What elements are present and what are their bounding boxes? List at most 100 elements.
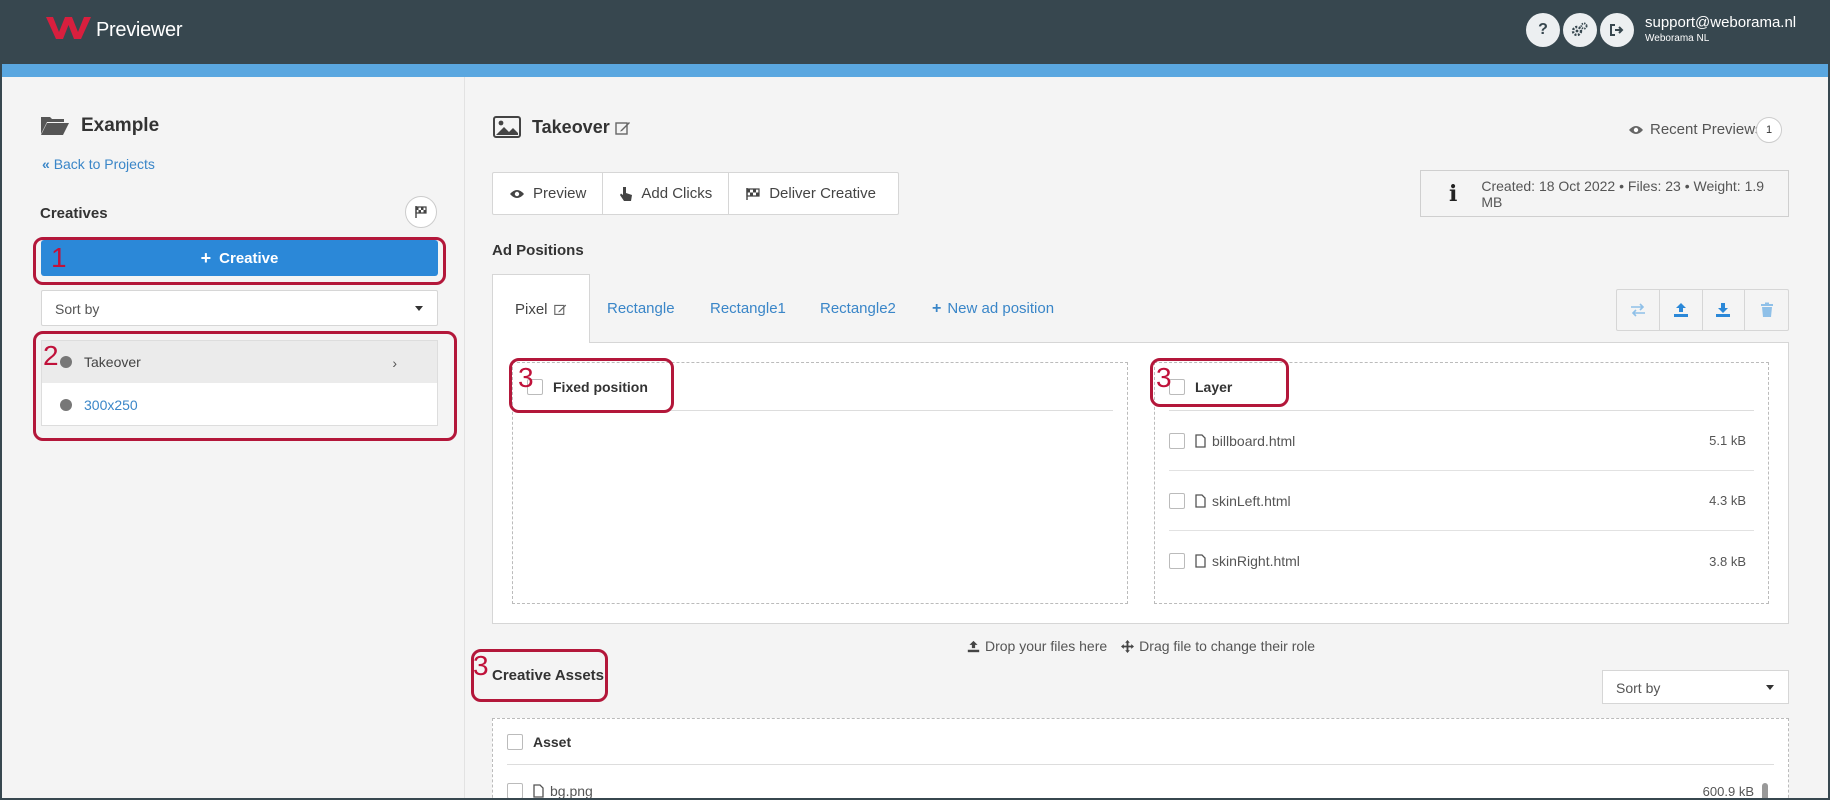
double-chevron-left-icon: « <box>42 156 50 172</box>
hand-pointer-icon <box>620 186 633 201</box>
file-size: 5.1 kB <box>1709 433 1746 448</box>
caret-down-icon <box>1766 685 1774 690</box>
download-icon <box>1716 303 1731 317</box>
file-name: skinRight.html <box>1212 553 1300 569</box>
drop-hint: Drop your files here Drag file to change… <box>967 638 1315 654</box>
ad-position-actions <box>1616 289 1789 331</box>
drop-files-hint: Drop your files here <box>967 638 1107 654</box>
user-email[interactable]: support@weborama.nl <box>1645 14 1796 31</box>
file-name: skinLeft.html <box>1212 492 1291 509</box>
asset-row[interactable]: bg.png 600.9 kB <box>507 781 1774 800</box>
folder-open-icon <box>41 117 69 135</box>
creative-title: Takeover <box>532 117 610 137</box>
creative-info-text: Created: 18 Oct 2022 • Files: 23 • Weigh… <box>1481 177 1765 210</box>
file-icon <box>1195 493 1206 508</box>
file-icon <box>1195 433 1206 448</box>
drop-hint-label: Drop your files here <box>985 638 1108 654</box>
annotation-box-1 <box>33 237 446 285</box>
recent-previews-label: Recent Previews <box>1650 121 1763 138</box>
annotation-box-3-assets <box>471 649 608 702</box>
tab-pixel[interactable]: Pixel <box>492 274 590 343</box>
eye-icon <box>510 189 524 198</box>
edit-icon[interactable] <box>553 303 567 316</box>
tab-label: Rectangle <box>607 300 675 317</box>
exchange-icon <box>1630 303 1645 317</box>
sort-select[interactable]: Sort by <box>41 290 438 326</box>
upload-icon <box>1673 303 1688 317</box>
tab-rectangle[interactable]: Rectangle <box>607 274 675 343</box>
add-clicks-button[interactable]: Add Clicks <box>603 173 730 214</box>
asset-header-label: Asset <box>533 733 572 750</box>
creative-assets-list: Asset bg.png 600.9 kB <box>492 718 1789 800</box>
assets-sort-select[interactable]: Sort by <box>1602 670 1789 704</box>
file-checkbox[interactable] <box>1169 492 1185 509</box>
project-name: Example <box>81 115 160 136</box>
sign-out-icon <box>1610 24 1624 36</box>
edit-icon[interactable] <box>615 120 631 136</box>
select-all-assets-checkbox[interactable] <box>507 733 523 750</box>
file-row[interactable]: skinRight.html 3.8 kB <box>1169 531 1754 591</box>
drag-hint-label: Drag file to change their role <box>1139 638 1316 654</box>
asset-header: Asset <box>507 719 1774 765</box>
file-name: billboard.html <box>1212 432 1296 449</box>
annotation-box-2 <box>33 331 457 441</box>
creative-toolbar: Preview Add Clicks Deliver Creative <box>492 172 899 215</box>
recent-previews-link[interactable]: Recent Previews <box>1628 121 1763 138</box>
file-size: 4.3 kB <box>1709 493 1746 508</box>
tab-rectangle2[interactable]: Rectangle2 <box>820 274 896 343</box>
user-organization: Weborama NL <box>1645 33 1710 44</box>
add-clicks-label: Add Clicks <box>641 185 713 202</box>
asset-checkbox[interactable] <box>507 783 523 799</box>
ad-position-tabs: Pixel Rectangle Rectangle1 Rectangle2 + … <box>492 274 1789 343</box>
logout-button[interactable] <box>1600 13 1634 47</box>
plus-icon: + <box>932 299 942 317</box>
file-row[interactable]: skinLeft.html 4.3 kB <box>1169 471 1754 531</box>
asset-size: 600.9 kB <box>1702 783 1754 799</box>
download-button[interactable] <box>1703 290 1746 330</box>
file-row[interactable]: billboard.html 5.1 kB <box>1169 411 1754 471</box>
header-accent-stripe <box>0 64 1830 77</box>
weborama-logo[interactable] <box>44 13 94 41</box>
gears-icon <box>1571 22 1588 37</box>
deliver-creative-button[interactable]: Deliver Creative <box>729 173 892 214</box>
new-ad-position-tab[interactable]: + New ad position <box>932 274 1054 343</box>
file-icon <box>1195 554 1206 568</box>
tab-label: Pixel <box>515 300 548 318</box>
app-name: Previewer <box>96 19 183 41</box>
delete-button[interactable] <box>1745 290 1788 330</box>
tab-rectangle1[interactable]: Rectangle1 <box>710 274 786 343</box>
tab-label: New ad position <box>947 300 1055 317</box>
annotation-number: 3 <box>473 650 489 681</box>
checkered-flag-icon <box>746 187 760 200</box>
swap-button[interactable] <box>1617 290 1660 330</box>
upload-button[interactable] <box>1660 290 1703 330</box>
file-checkbox[interactable] <box>1169 432 1185 449</box>
file-checkbox[interactable] <box>1169 553 1185 569</box>
preview-label: Preview <box>533 185 587 202</box>
annotation-number: 3 <box>518 362 534 393</box>
eye-icon <box>1629 125 1643 134</box>
ad-positions-heading: Ad Positions <box>492 242 584 259</box>
tab-label: Rectangle1 <box>710 300 786 317</box>
settings-button[interactable] <box>1563 13 1597 47</box>
arrows-move-icon <box>1121 639 1135 653</box>
image-icon <box>493 116 521 138</box>
annotation-box-3-fixed <box>509 358 674 413</box>
sort-select-label: Sort by <box>1616 680 1661 696</box>
scrollbar-thumb[interactable] <box>1762 783 1768 800</box>
preview-button[interactable]: Preview <box>493 173 604 214</box>
caret-down-icon <box>415 306 423 311</box>
annotation-number: 2 <box>43 340 59 371</box>
creative-info-box: i Created: 18 Oct 2022 • Files: 23 • Wei… <box>1420 170 1789 217</box>
recent-previews-count-badge: 1 <box>1756 117 1782 143</box>
info-icon: i <box>1449 180 1458 207</box>
help-button[interactable]: ? <box>1526 13 1560 47</box>
upload-icon <box>967 640 980 652</box>
annotation-number: 1 <box>51 242 67 273</box>
drag-files-hint: Drag file to change their role <box>1121 638 1315 654</box>
trash-icon <box>1760 302 1773 317</box>
top-bar: Previewer ? support@weborama.nl Weborama… <box>0 0 1830 64</box>
sort-select-label: Sort by <box>55 301 100 317</box>
back-to-projects-link[interactable]: « Back to Projects <box>42 156 155 172</box>
flag-button[interactable] <box>405 196 437 228</box>
